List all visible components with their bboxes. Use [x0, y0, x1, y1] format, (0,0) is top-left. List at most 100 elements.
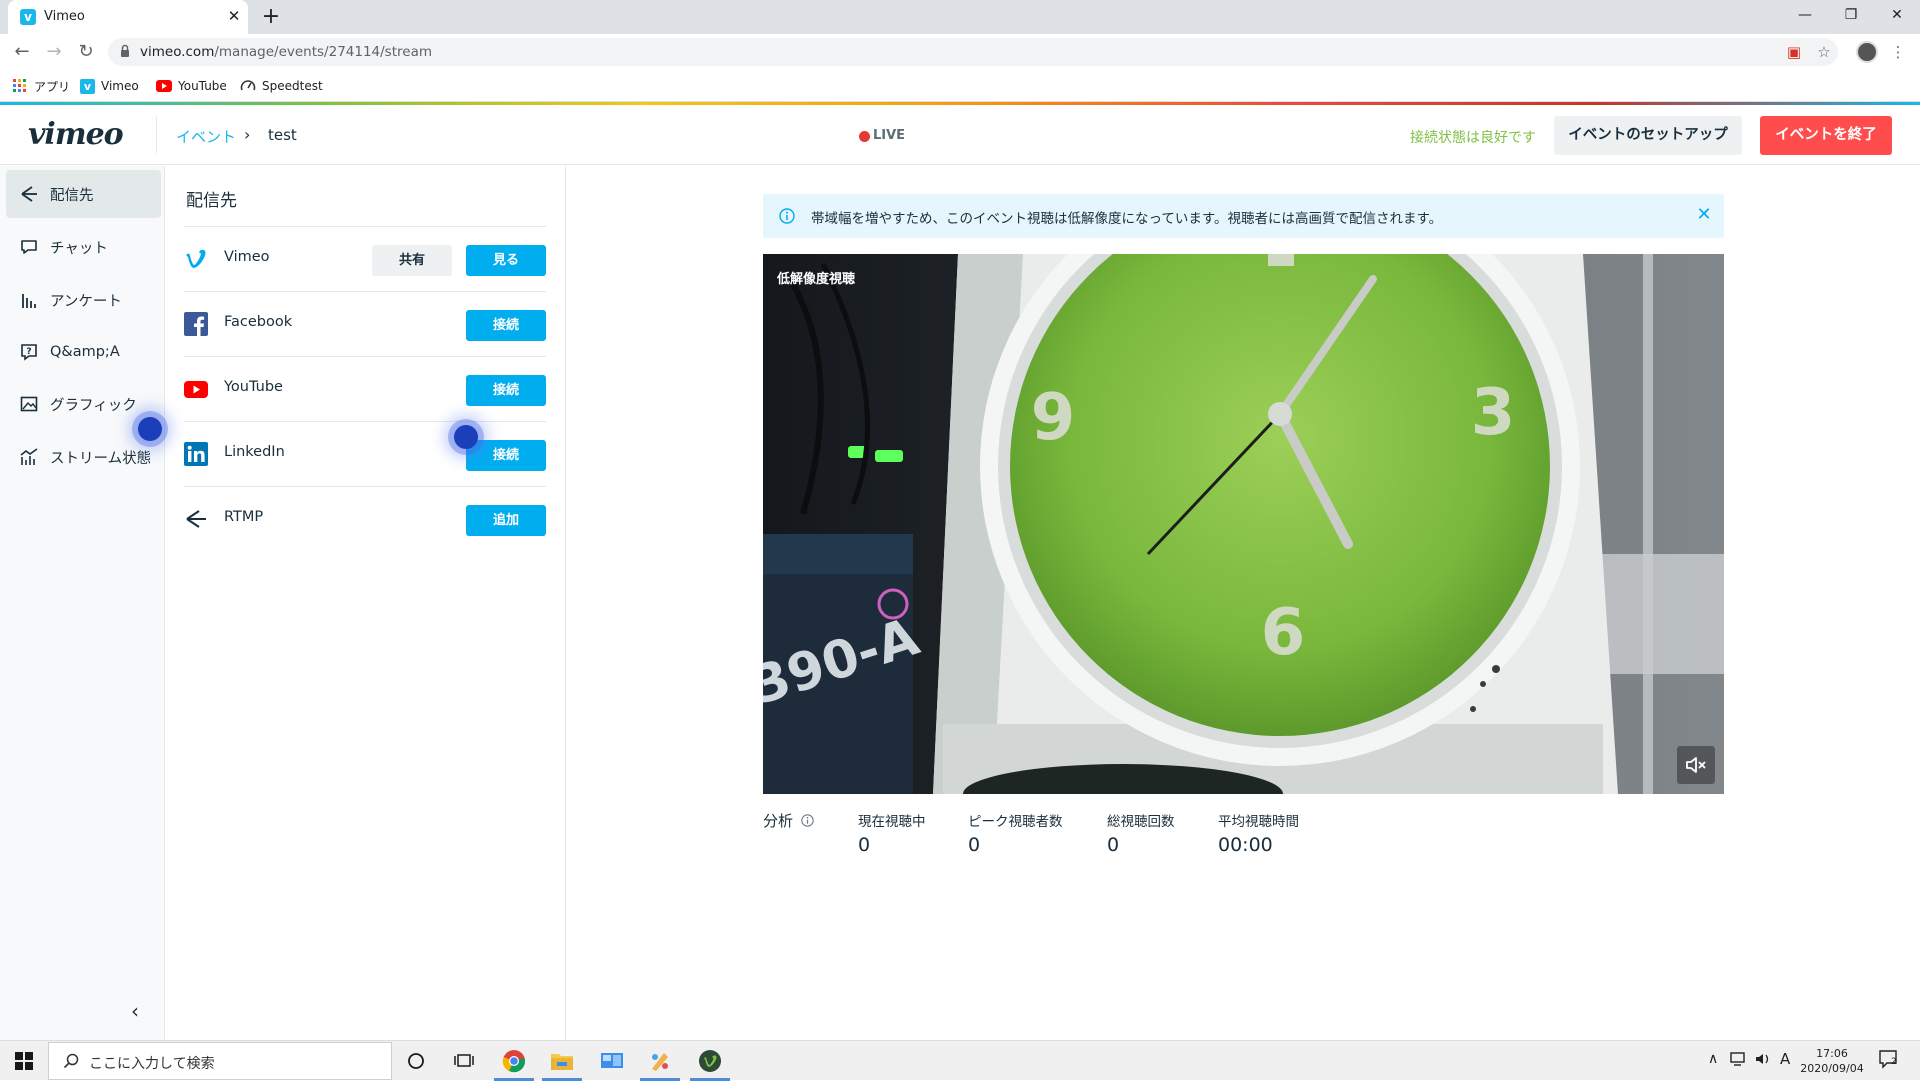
touch-indicator [454, 425, 478, 449]
svg-text:?: ? [26, 347, 31, 357]
event-setup-button[interactable]: イベントのセットアップ [1554, 116, 1742, 155]
sidebar: 配信先 チャット アンケート ? Q&amp;A グラフィック ストリーム状態 … [0, 166, 165, 1040]
address-bar[interactable]: vimeo.com/manage/events/274114/stream ▣ … [108, 38, 1838, 66]
speaker-muted-icon [1686, 757, 1706, 773]
bookmark-star-icon[interactable]: ☆ [1814, 42, 1834, 62]
window-close-icon[interactable]: ✕ [1874, 0, 1920, 34]
windows-start-button[interactable] [0, 1041, 48, 1081]
stat-avg-watch-time: 平均視聴時間 00:00 [1218, 810, 1299, 856]
video-frame: Z390-A 9 3 6 [763, 254, 1724, 794]
live-indicator-icon [859, 131, 870, 142]
video-label: 低解像度視聴 [777, 272, 856, 287]
add-rtmp-button[interactable]: 追加 [466, 505, 546, 536]
apps-grid-icon [13, 79, 26, 92]
sidebar-item-graphics[interactable]: グラフィック [6, 380, 161, 428]
live-label: LIVE [873, 128, 906, 143]
connect-youtube-button[interactable]: 接続 [466, 375, 546, 406]
vimeo-icon [186, 249, 206, 268]
close-tab-icon[interactable]: ✕ [224, 6, 244, 26]
file-explorer-icon[interactable] [538, 1041, 586, 1081]
bookmarks-bar: アプリ v Vimeo YouTube Speedtest [0, 70, 1920, 102]
mute-button[interactable] [1677, 746, 1715, 784]
youtube-icon [156, 80, 172, 92]
network-icon[interactable] [1730, 1051, 1750, 1071]
ime-indicator[interactable]: A [1780, 1050, 1790, 1068]
control-panel-icon[interactable] [588, 1041, 636, 1081]
tray-overflow-chevron-icon[interactable]: ∧ [1708, 1051, 1718, 1067]
bookmark-label: Vimeo [101, 79, 139, 93]
url-path: /manage/events/274114/stream [214, 44, 432, 60]
sidebar-item-poll[interactable]: アンケート [6, 276, 161, 324]
chrome-app-icon[interactable] [490, 1041, 538, 1081]
info-icon[interactable] [801, 814, 814, 827]
sidebar-item-stream-health[interactable]: ストリーム状態 [6, 433, 161, 481]
windows-taskbar: ここに入力して検索 ∧ A 17:06 2020/09/04 2 [0, 1040, 1920, 1081]
stat-peak-viewers: ピーク視聴者数 0 [968, 810, 1063, 856]
new-tab-button[interactable]: + [258, 4, 284, 30]
bookmark-label: YouTube [178, 79, 227, 93]
stat-current-viewers: 現在視聴中 0 [858, 810, 926, 856]
forward-icon[interactable]: → [40, 39, 68, 65]
breadcrumb-events-link[interactable]: イベント [176, 126, 236, 147]
vimeo-icon: v [80, 78, 95, 94]
volume-icon[interactable] [1754, 1051, 1774, 1071]
browser-titlebar: v Vimeo ✕ + — ❐ ✕ [0, 0, 1920, 34]
sidebar-item-label: 配信先 [50, 187, 94, 204]
low-resolution-notice: 帯域幅を増やすため、このイベント視聴は低解像度になっています。視聴者には高画質で… [763, 194, 1724, 238]
browser-tab[interactable]: v Vimeo ✕ [8, 0, 248, 34]
video-preview[interactable]: Z390-A 9 3 6 低解像度視聴 [763, 254, 1724, 794]
clock-time: 17:06 [1816, 1047, 1848, 1060]
clock-number-9: 9 [1031, 381, 1076, 455]
destination-name: Vimeo [224, 249, 270, 265]
watch-button[interactable]: 見る [466, 245, 546, 276]
back-icon[interactable]: ← [8, 39, 36, 65]
sidebar-item-label: チャット [50, 240, 108, 257]
vimeo-app-icon[interactable] [686, 1041, 734, 1081]
sidebar-item-qa[interactable]: ? Q&amp;A [6, 328, 161, 376]
lock-icon [121, 44, 129, 57]
bookmark-label: アプリ [34, 79, 71, 94]
stat-value: 00:00 [1218, 834, 1273, 856]
paint-app-icon[interactable] [636, 1041, 684, 1081]
chevron-left-icon[interactable]: ‹ [124, 1000, 146, 1022]
destination-row-facebook: Facebook 接続 [184, 291, 546, 356]
analytics-title: 分析 [763, 810, 814, 831]
bookmark-vimeo[interactable]: v Vimeo [80, 76, 139, 96]
graphics-icon [18, 393, 40, 415]
cortana-icon[interactable] [392, 1041, 440, 1081]
stat-value: 0 [858, 834, 871, 856]
translate-blocked-icon[interactable]: ▣ [1784, 42, 1804, 62]
end-event-button[interactable]: イベントを終了 [1760, 116, 1892, 155]
analytics-title-text: 分析 [763, 812, 794, 830]
stat-total-views: 総視聴回数 0 [1107, 810, 1175, 856]
bookmark-youtube[interactable]: YouTube [156, 76, 227, 96]
connect-facebook-button[interactable]: 接続 [466, 310, 546, 341]
notice-text: 帯域幅を増やすため、このイベント視聴は低解像度になっています。視聴者には高画質で… [811, 211, 1443, 227]
stat-label: 総視聴回数 [1107, 814, 1175, 830]
share-button[interactable]: 共有 [372, 245, 452, 276]
reload-icon[interactable]: ↻ [72, 39, 100, 65]
menu-kebab-icon[interactable]: ⋮ [1888, 42, 1908, 62]
destinations-icon [18, 183, 40, 205]
destination-name: LinkedIn [224, 444, 285, 460]
close-icon[interactable]: ✕ [1693, 204, 1715, 226]
clock[interactable]: 17:06 2020/09/04 [1800, 1046, 1864, 1076]
sidebar-item-chat[interactable]: チャット [6, 223, 161, 271]
app-header: vimeo イベント › test LIVE 接続状態は良好です イベントのセッ… [0, 105, 1920, 165]
profile-avatar[interactable] [1856, 41, 1878, 63]
vimeo-logo[interactable]: vimeo [28, 117, 124, 152]
connect-linkedin-button[interactable]: 接続 [466, 440, 546, 471]
taskbar-search-input[interactable]: ここに入力して検索 [48, 1042, 392, 1080]
sidebar-item-destinations[interactable]: 配信先 [6, 170, 161, 218]
task-view-icon[interactable] [440, 1041, 488, 1081]
bookmark-speedtest[interactable]: Speedtest [240, 76, 323, 96]
destination-row-youtube: YouTube 接続 [184, 356, 546, 421]
minimize-icon[interactable]: — [1782, 0, 1828, 34]
bookmark-apps[interactable]: アプリ [12, 76, 70, 96]
destination-row-linkedin: LinkedIn 接続 [184, 421, 546, 486]
destination-row-rtmp: RTMP 追加 [184, 486, 546, 551]
notification-center-icon[interactable]: 2 [1878, 1049, 1902, 1071]
restore-icon[interactable]: ❐ [1828, 0, 1874, 34]
bookmark-label: Speedtest [262, 79, 323, 93]
facebook-icon [184, 312, 208, 336]
